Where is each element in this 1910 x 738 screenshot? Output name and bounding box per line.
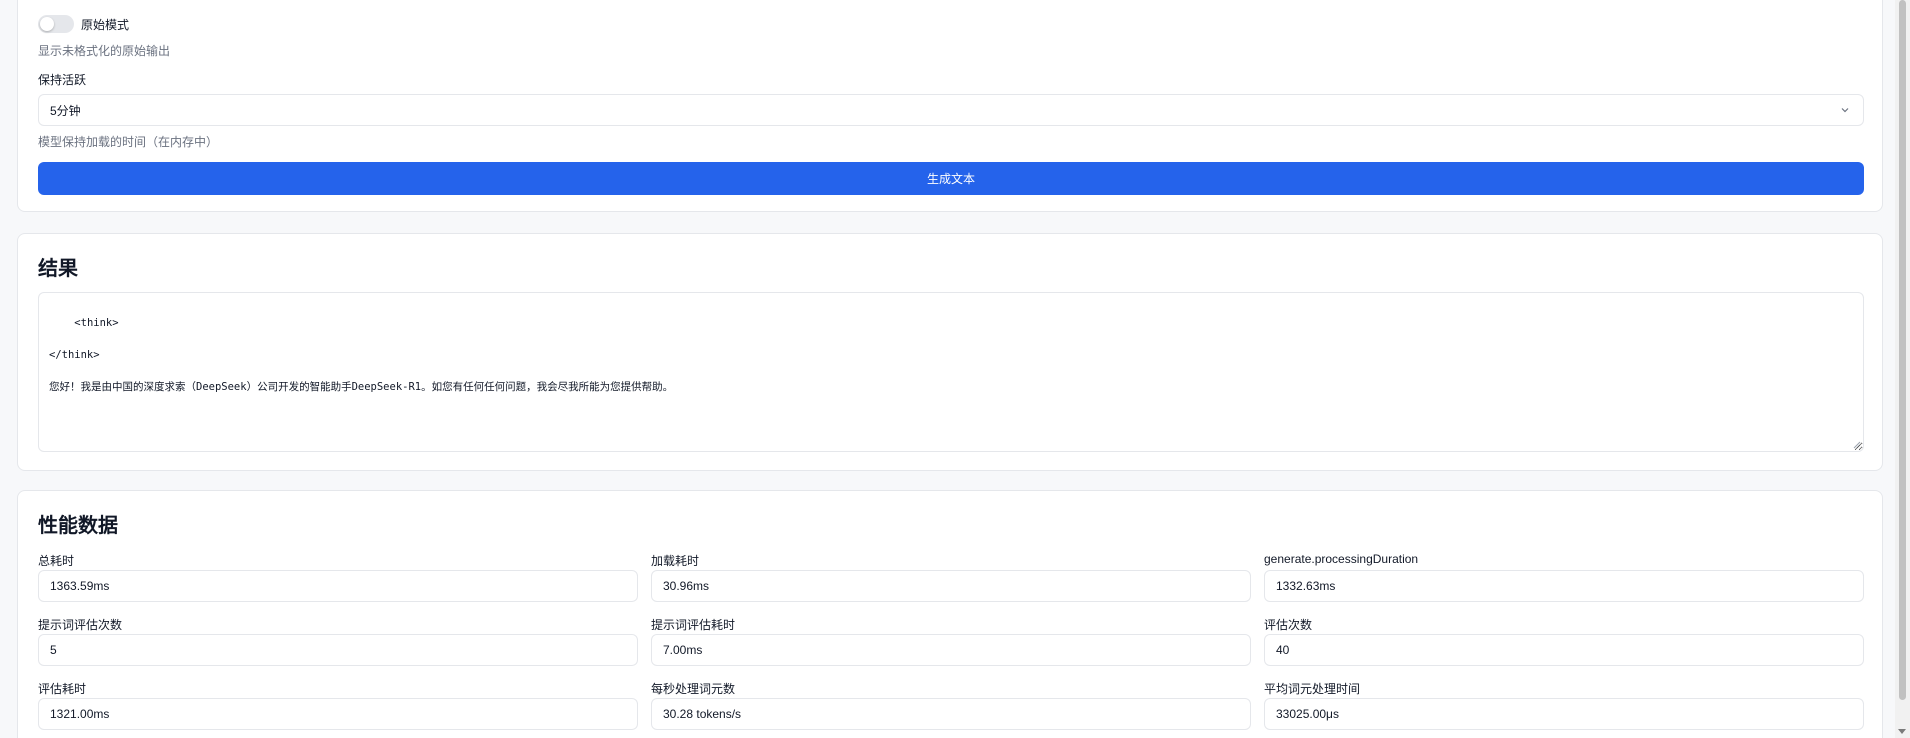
metric-value-field[interactable]: 1321.00ms <box>38 698 638 730</box>
metric-eval-duration: 评估耗时 1321.00ms <box>38 680 638 730</box>
toggle-knob <box>40 17 54 31</box>
metric-value-field[interactable]: 30.96ms <box>651 570 1251 602</box>
scroll-down-arrow-icon[interactable] <box>1898 729 1906 734</box>
metric-load-duration: 加载耗时 30.96ms <box>651 552 1251 602</box>
metric-value-field[interactable]: 1332.63ms <box>1264 570 1864 602</box>
chevron-down-icon <box>1841 108 1849 113</box>
metric-value-field[interactable]: 40 <box>1264 634 1864 666</box>
metric-label: 平均词元处理时间 <box>1264 682 1361 696</box>
metric-label: 提示词评估耗时 <box>651 618 736 632</box>
metric-label: 总耗时 <box>38 554 75 568</box>
metric-label: 评估耗时 <box>38 682 87 696</box>
metric-value-field[interactable]: 5 <box>38 634 638 666</box>
result-text: <think> </think> 您好！我是由中国的深度求索（DeepSeek）… <box>49 317 674 393</box>
keep-alive-hint: 模型保持加载的时间（在内存中） <box>38 135 219 149</box>
keep-alive-value: 5分钟 <box>50 103 81 118</box>
scrollbar-thumb[interactable] <box>1899 0 1906 700</box>
metric-tokens-per-second: 每秒处理词元数 30.28 tokens/s <box>651 680 1251 730</box>
metric-value-field[interactable]: 1363.59ms <box>38 570 638 602</box>
result-card: 结果 <think> </think> 您好！我是由中国的深度求索（DeepSe… <box>17 233 1883 471</box>
resize-grip-icon[interactable] <box>1853 441 1861 449</box>
metric-label: 提示词评估次数 <box>38 618 123 632</box>
metric-prompt-eval-count: 提示词评估次数 5 <box>38 616 638 666</box>
raw-mode-label: 原始模式 <box>81 17 130 32</box>
keep-alive-select[interactable]: 5分钟 <box>38 94 1864 126</box>
metric-prompt-eval-duration: 提示词评估耗时 7.00ms <box>651 616 1251 666</box>
raw-mode-hint: 显示未格式化的原始输出 <box>38 44 171 58</box>
raw-mode-row: 原始模式 <box>38 15 129 33</box>
metric-label: 每秒处理词元数 <box>651 682 736 696</box>
metric-total-duration: 总耗时 1363.59ms <box>38 552 638 602</box>
result-textarea[interactable]: <think> </think> 您好！我是由中国的深度求索（DeepSeek）… <box>38 292 1864 452</box>
metric-label: 评估次数 <box>1264 618 1313 632</box>
settings-card: 原始模式 显示未格式化的原始输出 保持活跃 5分钟 模型保持加载的时间（在内存中… <box>17 0 1883 212</box>
page-scrollbar[interactable] <box>1895 0 1910 738</box>
metric-value-field[interactable]: 33025.00μs <box>1264 698 1864 730</box>
performance-title: 性能数据 <box>38 515 118 537</box>
generate-text-button[interactable]: 生成文本 <box>38 162 1864 195</box>
result-title: 结果 <box>38 258 78 280</box>
metric-value-field[interactable]: 7.00ms <box>651 634 1251 666</box>
metric-label: generate.processingDuration <box>1264 552 1419 566</box>
performance-card: 性能数据 总耗时 1363.59ms 加载耗时 30.96ms generate… <box>17 490 1883 738</box>
metric-processing-duration: generate.processingDuration 1332.63ms <box>1264 552 1864 602</box>
metric-eval-count: 评估次数 40 <box>1264 616 1864 666</box>
raw-mode-toggle[interactable] <box>38 15 74 33</box>
metric-value-field[interactable]: 30.28 tokens/s <box>651 698 1251 730</box>
metric-label: 加载耗时 <box>651 554 700 568</box>
keep-alive-label: 保持活跃 <box>38 73 87 87</box>
metric-avg-token-time: 平均词元处理时间 33025.00μs <box>1264 680 1864 730</box>
